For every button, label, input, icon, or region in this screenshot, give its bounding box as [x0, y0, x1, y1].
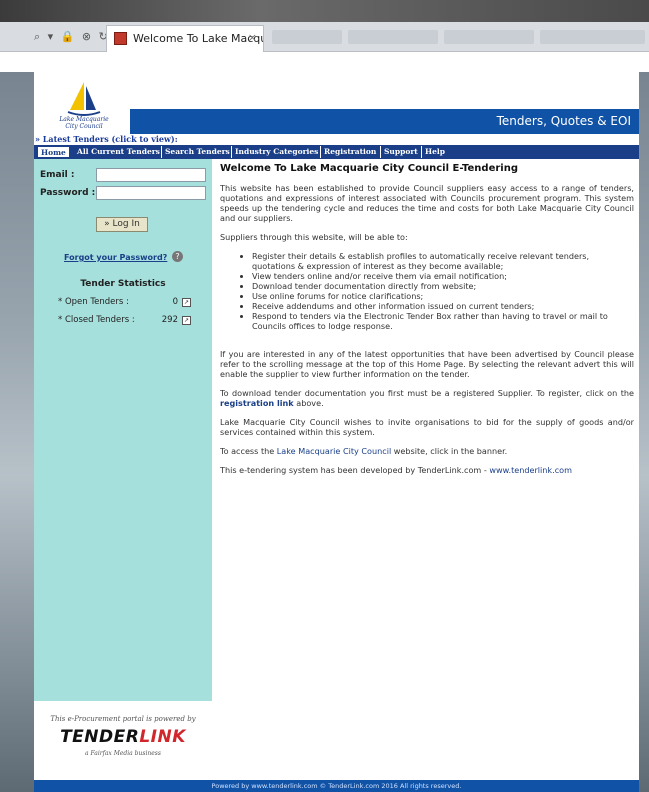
closed-tenders-label: * Closed Tenders : [58, 315, 135, 325]
list-item: Respond to tenders via the Electronic Te… [252, 311, 634, 331]
tenderlink-website-link[interactable]: www.tenderlink.com [489, 465, 572, 475]
latest-tenders-ticker[interactable]: » Latest Tenders (click to view): [34, 134, 639, 145]
menu-industry-categories[interactable]: Industry Categories [232, 146, 321, 158]
list-item: Use online forums for notice clarificati… [252, 291, 634, 301]
list-item: Download tender documentation directly f… [252, 281, 634, 291]
favicon-icon [114, 32, 127, 45]
help-icon[interactable]: ? [172, 251, 183, 262]
closed-tenders-link-icon[interactable]: ↗ [182, 316, 191, 325]
list-item: View tenders online and/or receive them … [252, 271, 634, 281]
banner[interactable]: Tenders, Quotes & EOI [130, 109, 639, 134]
page: Lake Macquarie City Council Tenders, Quot… [34, 72, 639, 792]
os-top-bar [0, 0, 649, 22]
site-header: Lake Macquarie City Council Tenders, Quot… [34, 72, 639, 134]
closed-tenders-count: 292 [161, 315, 178, 325]
tenderlink-badge[interactable]: This e-Procurement portal is powered by … [34, 701, 212, 780]
main-menu: Home All Current Tenders Search Tenders … [34, 145, 639, 159]
address-bar-icons[interactable]: ⌕ ▾ 🔒 ⊗ ↻ [34, 30, 110, 44]
list-item: Receive addendums and other information … [252, 301, 634, 311]
main-content: Welcome To Lake Macquarie City Council E… [220, 163, 634, 484]
forgot-password-link[interactable]: Forgot your Password? [64, 253, 167, 262]
list-item: Register their details & establish profi… [252, 251, 634, 271]
intro-paragraph: This website has been established to pro… [220, 183, 634, 223]
menu-help[interactable]: Help [422, 146, 448, 158]
powered-by-text: This e-Procurement portal is powered by [50, 715, 196, 723]
open-tenders-count: 0 [172, 297, 178, 307]
password-label: Password : [40, 188, 96, 198]
menu-search-tenders[interactable]: Search Tenders [162, 146, 233, 158]
menu-support[interactable]: Support [381, 146, 421, 158]
developer-paragraph: This e-tendering system has been develop… [220, 465, 572, 475]
open-tenders-label: * Open Tenders : [58, 297, 129, 307]
browser-tab[interactable] [444, 30, 534, 44]
invite-paragraph: Lake Macquarie City Council wishes to in… [220, 417, 634, 437]
email-field[interactable] [96, 168, 206, 182]
email-label: Email : [40, 170, 75, 180]
registration-link[interactable]: registration link [220, 398, 294, 408]
banner-title: Tenders, Quotes & EOI [496, 114, 631, 128]
browser-tab-bar: ⌕ ▾ 🔒 ⊗ ↻ Welcome To Lake Macquar... × [0, 22, 649, 52]
council-paragraph: To access the Lake Macquarie City Counci… [220, 446, 508, 456]
password-field[interactable] [96, 186, 206, 200]
browser-tab[interactable] [272, 30, 342, 44]
browser-tab-active[interactable]: Welcome To Lake Macquar... × [106, 25, 264, 52]
suppliers-intro: Suppliers through this website, will be … [220, 232, 408, 242]
council-website-link[interactable]: Lake Macquarie City Council [277, 446, 391, 456]
opportunities-paragraph: If you are interested in any of the late… [220, 349, 634, 379]
browser-tab[interactable] [540, 30, 645, 44]
browser-tab[interactable] [348, 30, 438, 44]
council-logo[interactable]: Lake Macquarie City Council [34, 72, 130, 134]
tab-title: Welcome To Lake Macquar... [133, 32, 264, 45]
site-footer: Powered by www.tenderlink.com © TenderLi… [34, 780, 639, 792]
register-paragraph: To download tender documentation you fir… [220, 388, 634, 408]
login-button[interactable]: » Log In [96, 217, 148, 232]
menu-all-current-tenders[interactable]: All Current Tenders [74, 146, 163, 158]
tender-statistics-title: Tender Statistics [80, 279, 166, 289]
menu-home[interactable]: Home [37, 146, 70, 158]
close-icon[interactable]: × [248, 31, 257, 44]
open-tenders-link-icon[interactable]: ↗ [182, 298, 191, 307]
menu-registration[interactable]: Registration [321, 146, 379, 158]
browser-toolbar [0, 52, 649, 72]
tenderlink-logo: TENDERLINK [60, 727, 186, 747]
page-title: Welcome To Lake Macquarie City Council E… [220, 163, 518, 174]
fairfax-text: a Fairfax Media business [85, 750, 161, 757]
logo-text: Lake Macquarie City Council [59, 116, 109, 130]
features-list: Register their details & establish profi… [252, 251, 634, 331]
sidebar: Email : Password : » Log In Forgot your … [34, 159, 212, 780]
